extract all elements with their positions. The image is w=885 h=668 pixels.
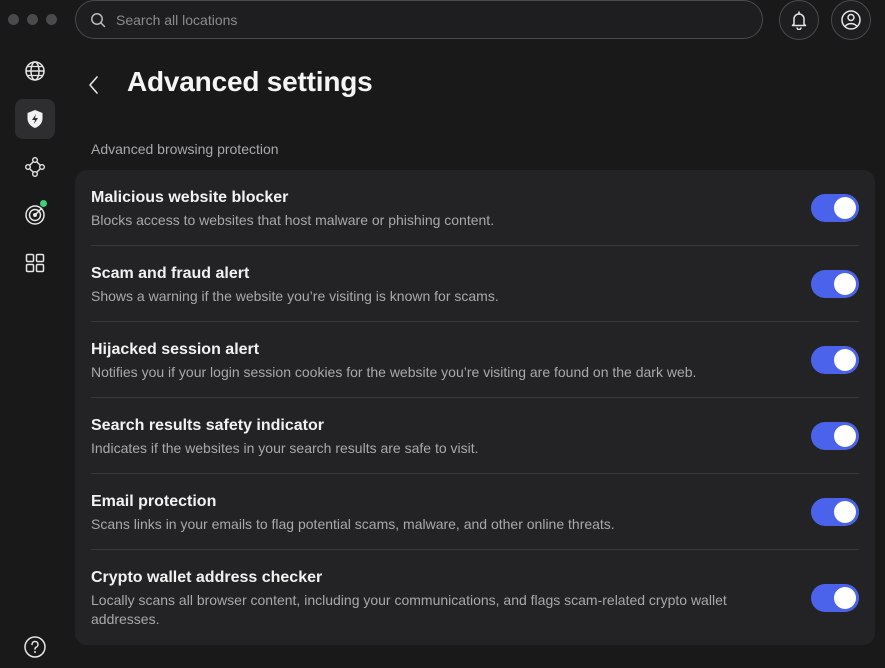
search-icon xyxy=(91,12,106,27)
setting-row-hijacked-session-alert: Hijacked session alert Notifies you if y… xyxy=(91,322,859,398)
scam-and-fraud-alert-toggle[interactable] xyxy=(811,270,859,298)
setting-description: Locally scans all browser content, inclu… xyxy=(91,592,727,627)
setting-title: Email protection xyxy=(91,493,217,510)
minimize-window-button[interactable] xyxy=(27,14,38,25)
page-title: Advanced settings xyxy=(127,66,373,97)
setting-row-crypto-wallet-address-checker: Crypto wallet address checker Locally sc… xyxy=(91,550,859,645)
help-button[interactable] xyxy=(23,635,47,659)
notifications-button[interactable] xyxy=(779,0,819,40)
setting-title: Malicious website blocker xyxy=(91,189,289,206)
setting-description: Blocks access to websites that host malw… xyxy=(91,212,495,228)
sidebar-item-threat-protection[interactable] xyxy=(15,99,55,139)
sidebar xyxy=(0,50,70,668)
setting-title: Scam and fraud alert xyxy=(91,265,250,282)
sidebar-item-globe[interactable] xyxy=(15,51,55,91)
shield-bolt-icon xyxy=(27,110,43,128)
setting-description: Notifies you if your login session cooki… xyxy=(91,364,697,380)
search-bar[interactable] xyxy=(75,0,763,39)
toggle-knob xyxy=(834,587,856,609)
setting-row-malicious-website-blocker: Malicious website blocker Blocks access … xyxy=(91,170,859,246)
search-input[interactable] xyxy=(114,10,714,29)
setting-row-search-results-safety-indicator: Search results safety indicator Indicate… xyxy=(91,398,859,474)
close-window-button[interactable] xyxy=(8,14,19,25)
setting-description: Indicates if the websites in your search… xyxy=(91,440,479,456)
meshnet-icon xyxy=(25,157,45,177)
toggle-knob xyxy=(834,425,856,447)
user-icon xyxy=(841,10,861,30)
window-controls xyxy=(8,14,57,25)
setting-row-email-protection: Email protection Scans links in your ema… xyxy=(91,474,859,550)
toggle-knob xyxy=(834,197,856,219)
radar-icon xyxy=(25,205,45,225)
grid-icon xyxy=(25,253,45,273)
sidebar-item-dark-web-monitor[interactable] xyxy=(15,195,55,235)
chevron-left-icon xyxy=(89,76,98,94)
zoom-window-button[interactable] xyxy=(46,14,57,25)
status-dot xyxy=(40,200,47,207)
bell-icon xyxy=(791,11,807,30)
setting-row-scam-and-fraud-alert: Scam and fraud alert Shows a warning if … xyxy=(91,246,859,322)
globe-icon xyxy=(25,61,45,81)
setting-description: Shows a warning if the website you’re vi… xyxy=(91,288,499,304)
setting-title: Hijacked session alert xyxy=(91,341,260,358)
search-results-safety-indicator-toggle[interactable] xyxy=(811,422,859,450)
account-button[interactable] xyxy=(831,0,871,40)
toggle-knob xyxy=(834,273,856,295)
sidebar-item-apps[interactable] xyxy=(15,243,55,283)
sidebar-item-meshnet[interactable] xyxy=(15,147,55,187)
section-label: Advanced browsing protection xyxy=(91,141,279,157)
malicious-website-blocker-toggle[interactable] xyxy=(811,194,859,222)
help-icon xyxy=(24,636,46,658)
setting-title: Search results safety indicator xyxy=(91,417,324,434)
crypto-wallet-address-checker-toggle[interactable] xyxy=(811,584,859,612)
settings-card: Malicious website blocker Blocks access … xyxy=(75,170,875,645)
back-button[interactable] xyxy=(80,70,108,100)
email-protection-toggle[interactable] xyxy=(811,498,859,526)
setting-title: Crypto wallet address checker xyxy=(91,569,323,586)
setting-description: Scans links in your emails to flag poten… xyxy=(91,516,615,532)
toggle-knob xyxy=(834,349,856,371)
toggle-knob xyxy=(834,501,856,523)
app-window: Advanced settings Advanced browsing prot… xyxy=(0,0,885,668)
hijacked-session-alert-toggle[interactable] xyxy=(811,346,859,374)
